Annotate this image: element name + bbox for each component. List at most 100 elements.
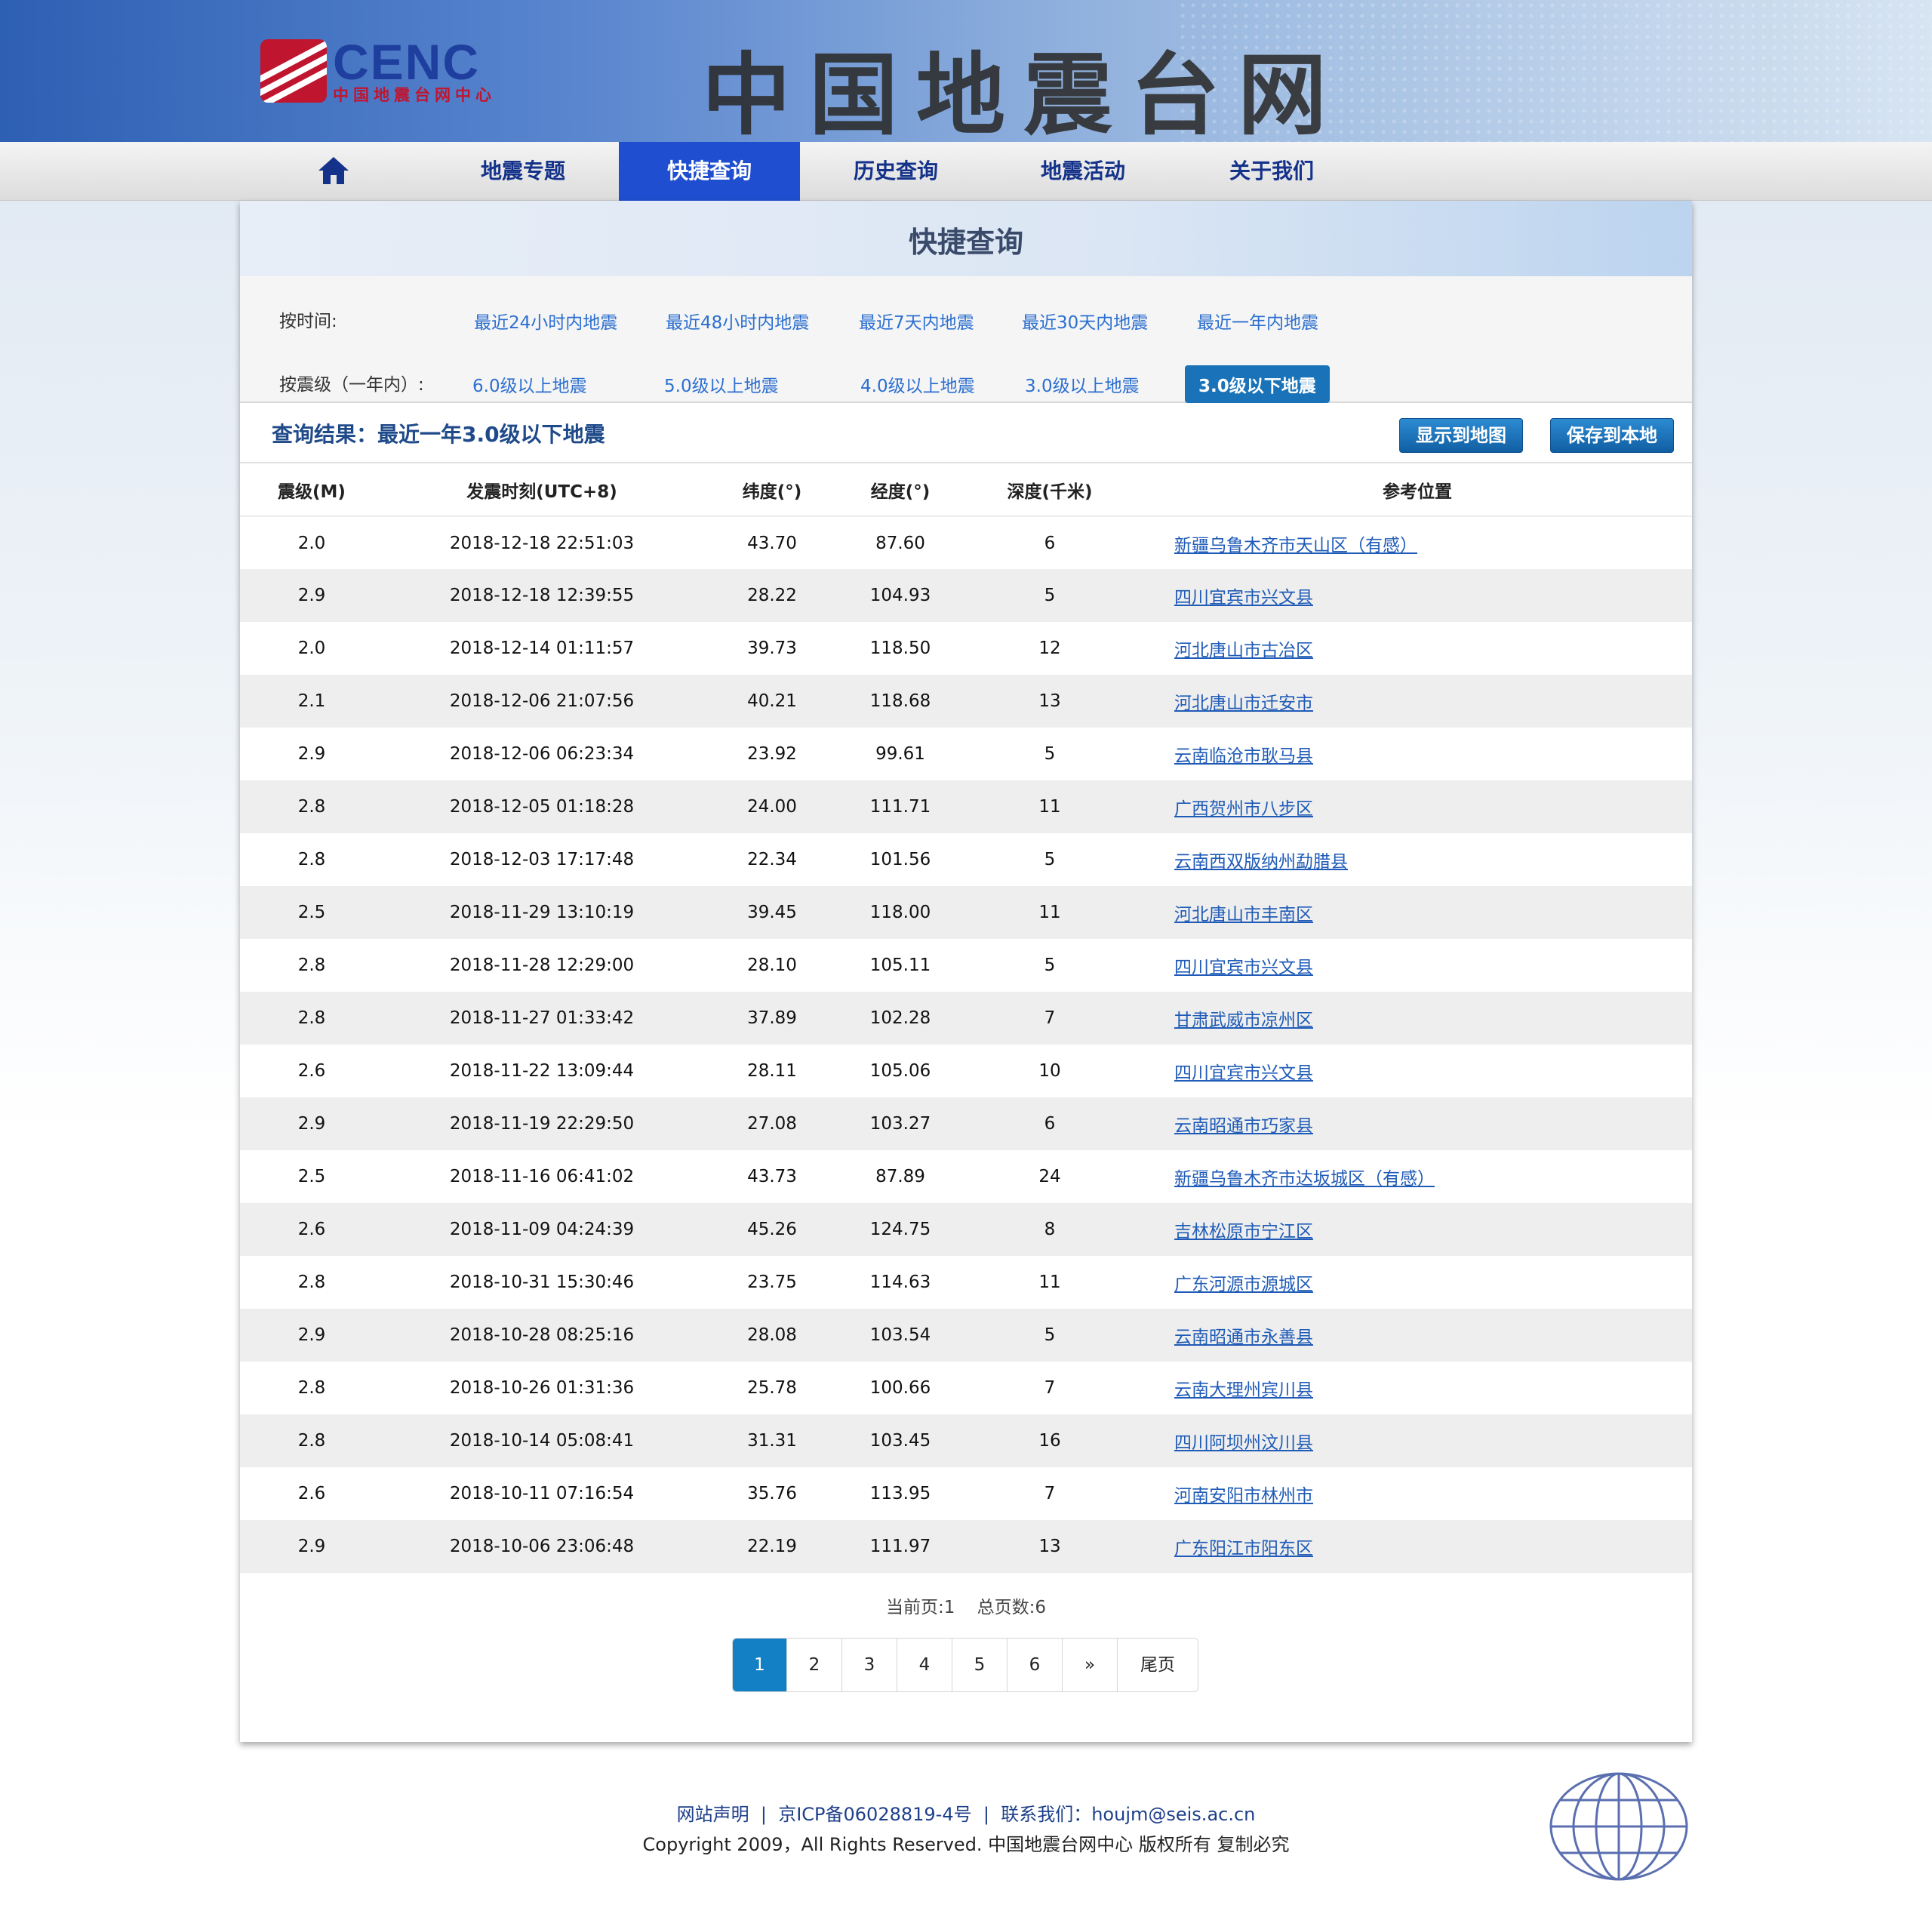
cell-longitude: 114.63 [869,1273,931,1292]
page-button-5[interactable]: 5 [952,1639,1008,1691]
nav-item-history-query[interactable]: 历史查询 [826,142,966,201]
cell-depth: 8 [957,1203,1143,1256]
cell-magnitude: 2.9 [240,1309,383,1362]
page-info: 当前页:1 总页数:6 [240,1593,1692,1618]
location-link[interactable]: 四川宜宾市兴文县 [1174,588,1313,608]
location-link[interactable]: 河北唐山市丰南区 [1174,905,1313,925]
cell-location: 广西贺州市八步区 [1143,780,1692,833]
col-magnitude[interactable]: 震级(M) [240,463,383,517]
location-link[interactable]: 云南西双版纳州勐腊县 [1174,852,1348,872]
magnitude-filter-label: 按震级（一年内）: [279,375,424,395]
location-link[interactable]: 河南安阳市林州市 [1174,1486,1313,1506]
cell-location: 吉林松原市宁江区 [1143,1203,1692,1256]
nav-item-about[interactable]: 关于我们 [1201,142,1342,201]
table-row: 2.5 2018-11-29 13:10:19 39.45 118.00 11 河北唐山市… [240,886,1692,939]
cell-location: 新疆乌鲁木齐市天山区（有感） [1143,516,1692,569]
last-page-button[interactable]: 尾页 [1118,1639,1198,1691]
table-row: 2.6 2018-11-22 13:09:44 28.11 105.06 10 四川宜宾市… [240,1045,1692,1097]
save-local-button[interactable]: 保存到本地 [1550,418,1674,453]
nav-item-quick-query[interactable]: 快捷查询 [619,142,800,201]
cell-latitude: 45.26 [700,1203,844,1256]
cell-longitude: 103.54 [844,1309,957,1362]
page-button-3[interactable]: 3 [842,1639,897,1691]
col-time[interactable]: 发震时刻(UTC+8) [383,463,700,517]
filter-mag-3-below[interactable]: 3.0级以下地震 [1185,365,1330,403]
col-depth[interactable]: 深度(千米) [957,463,1143,517]
icp-link[interactable]: 京ICP备06028819-4号 [778,1804,971,1825]
col-location[interactable]: 参考位置 [1143,463,1692,517]
cell-latitude: 39.45 [700,886,844,939]
cell-location: 四川阿坝州汶川县 [1143,1414,1692,1467]
cell-latitude: 28.08 [700,1309,844,1362]
cenc-logo[interactable]: CENC 中国地震台网中心 [260,34,509,106]
cell-latitude: 43.70 [747,533,797,553]
filter-mag-4[interactable]: 4.0级以上地震 [860,371,975,397]
filter-mag-3-above[interactable]: 3.0级以上地震 [1025,371,1140,397]
cell-location: 四川宜宾市兴文县 [1143,569,1692,622]
table-row: 2.1 2018-12-06 21:07:56 40.21 118.68 13 河北唐山市… [240,675,1692,728]
cell-longitude: 104.93 [844,569,957,622]
cell-latitude: 43.73 [747,1167,797,1186]
col-longitude[interactable]: 经度(°) [844,463,957,517]
location-link[interactable]: 吉林松原市宁江区 [1174,1222,1313,1242]
location-link[interactable]: 广东河源市源城区 [1174,1275,1313,1294]
contact-link[interactable]: 联系我们：houjm@seis.ac.cn [1001,1804,1255,1825]
page-button-2[interactable]: 2 [787,1639,842,1691]
filter-mag-6[interactable]: 6.0级以上地震 [472,371,587,397]
location-link[interactable]: 甘肃武威市凉州区 [1174,1011,1313,1030]
cell-magnitude: 2.9 [240,1520,383,1573]
cell-magnitude: 2.6 [297,1484,326,1503]
cell-time: 2018-11-19 22:29:50 [383,1097,700,1150]
location-link[interactable]: 云南昭通市永善县 [1174,1328,1313,1347]
location-link[interactable]: 河北唐山市迁安市 [1174,694,1313,713]
col-latitude[interactable]: 纬度(°) [700,463,844,517]
filter-7d[interactable]: 最近7天内地震 [859,308,974,334]
location-link[interactable]: 云南大理州宾川县 [1174,1380,1313,1400]
cell-magnitude: 2.8 [297,850,326,869]
filter-1y[interactable]: 最近一年内地震 [1197,308,1318,334]
cell-location: 四川宜宾市兴文县 [1143,939,1692,992]
location-link[interactable]: 广西贺州市八步区 [1174,799,1313,819]
filter-area: 按时间: 最近24小时内地震 最近48小时内地震 最近7天内地震 最近30天内地… [240,276,1692,403]
cell-magnitude: 2.8 [297,1273,326,1292]
page-button-6[interactable]: 6 [1008,1639,1063,1691]
home-icon[interactable] [317,154,350,187]
cell-latitude: 23.75 [747,1273,797,1292]
location-link[interactable]: 河北唐山市古冶区 [1174,641,1313,660]
location-link[interactable]: 云南临沧市耿马县 [1174,746,1313,766]
location-link[interactable]: 云南昭通市巧家县 [1174,1116,1313,1136]
filter-48h[interactable]: 最近48小时内地震 [666,308,809,334]
filter-30d[interactable]: 最近30天内地震 [1022,308,1148,334]
cell-depth: 16 [957,1414,1143,1467]
location-link[interactable]: 四川宜宾市兴文县 [1174,958,1313,977]
panel-header: 快捷查询 [240,201,1692,276]
table-row: 2.8 2018-11-28 12:29:00 28.10 105.11 5 四川宜宾市兴… [240,939,1692,992]
location-link[interactable]: 新疆乌鲁木齐市天山区（有感） [1174,536,1417,555]
cell-location: 云南昭通市永善县 [1143,1309,1692,1362]
cell-latitude: 28.22 [700,569,844,622]
cell-latitude: 40.21 [700,675,844,728]
cell-longitude: 103.45 [844,1414,957,1467]
page-button-4[interactable]: 4 [897,1639,952,1691]
cell-time: 2018-10-14 05:08:41 [383,1414,700,1467]
location-link[interactable]: 四川宜宾市兴文县 [1174,1063,1313,1083]
location-link[interactable]: 新疆乌鲁木齐市达坂城区（有感） [1174,1169,1435,1189]
cell-latitude: 37.89 [700,992,844,1045]
cell-magnitude: 2.8 [297,956,326,975]
nav-item-activity[interactable]: 地震活动 [1013,142,1153,201]
show-on-map-button[interactable]: 显示到地图 [1399,418,1523,453]
location-link[interactable]: 广东阳江市阳东区 [1174,1539,1313,1559]
cell-depth: 5 [957,569,1143,622]
filter-24h[interactable]: 最近24小时内地震 [474,308,617,334]
site-statement-link[interactable]: 网站声明 [677,1804,749,1825]
location-link[interactable]: 四川阿坝州汶川县 [1174,1433,1313,1453]
total-pages-label: 总页数:6 [977,1598,1047,1617]
next-page-button[interactable]: » [1063,1639,1118,1691]
nav-item-topics[interactable]: 地震专题 [453,142,593,201]
cell-time: 2018-11-27 01:33:42 [383,992,700,1045]
page-button-1[interactable]: 1 [733,1639,787,1691]
table-row: 2.6 2018-11-09 04:24:39 45.26 124.75 8 吉林松原市宁… [240,1203,1692,1256]
cell-longitude: 103.27 [844,1097,957,1150]
table-row: 2.8 2018-12-05 01:18:28 24.00 111.71 11 广西贺州市… [240,780,1692,833]
filter-mag-5[interactable]: 5.0级以上地震 [664,371,779,397]
